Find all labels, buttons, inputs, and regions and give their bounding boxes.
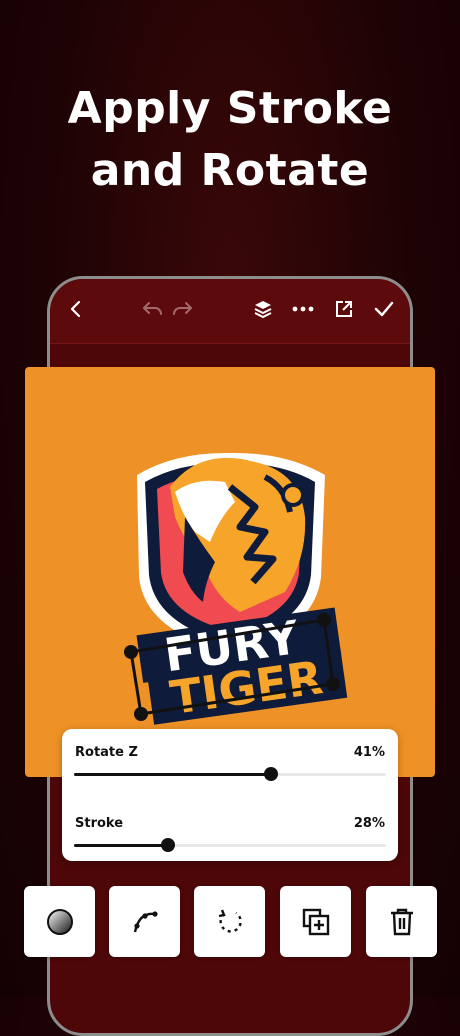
headline: Apply Stroke and Rotate <box>0 78 460 202</box>
stroke-slider-fill <box>74 844 168 847</box>
editor-toolbar <box>50 279 410 344</box>
rotate-slider-thumb[interactable] <box>263 767 278 781</box>
rotate-tool[interactable] <box>194 886 265 957</box>
rotate-slider[interactable] <box>74 767 386 781</box>
handle-bottom-right[interactable] <box>326 677 340 691</box>
headline-line-1: Apply Stroke <box>67 83 393 134</box>
design-canvas[interactable]: FURY TIGER <box>25 367 435 777</box>
curve-icon <box>133 910 158 932</box>
handle-bottom-left[interactable] <box>134 707 148 721</box>
color-tool[interactable] <box>24 886 95 957</box>
rotate-icon <box>218 909 242 933</box>
trash-icon <box>390 908 413 935</box>
rotate-label: Rotate Z <box>75 745 138 760</box>
export-icon[interactable] <box>330 295 358 323</box>
stroke-value: 28% <box>353 816 385 831</box>
handle-top-right[interactable] <box>317 613 331 627</box>
stroke-slider-thumb[interactable] <box>160 838 175 852</box>
rotate-slider-fill <box>74 773 271 776</box>
handle-top-left[interactable] <box>124 645 138 659</box>
tool-bar <box>24 886 438 958</box>
duplicate-icon <box>302 908 329 935</box>
headline-line-2: and Rotate <box>90 145 370 196</box>
redo-icon[interactable] <box>168 295 196 323</box>
delete-tool[interactable] <box>366 886 437 957</box>
duplicate-tool[interactable] <box>280 886 351 957</box>
back-icon[interactable] <box>62 295 90 323</box>
check-icon[interactable] <box>370 295 398 323</box>
adjust-panel: Rotate Z 41% Stroke 28% <box>62 729 398 861</box>
color-circle-icon <box>46 908 73 935</box>
undo-icon[interactable] <box>139 295 167 323</box>
curve-tool[interactable] <box>109 886 180 957</box>
layers-icon[interactable] <box>249 295 277 323</box>
stroke-slider[interactable] <box>74 838 386 852</box>
rotate-value: 41% <box>353 745 385 760</box>
stroke-label: Stroke <box>75 816 124 831</box>
more-icon[interactable] <box>289 295 317 323</box>
fury-tiger-logo[interactable]: FURY TIGER <box>25 367 435 777</box>
